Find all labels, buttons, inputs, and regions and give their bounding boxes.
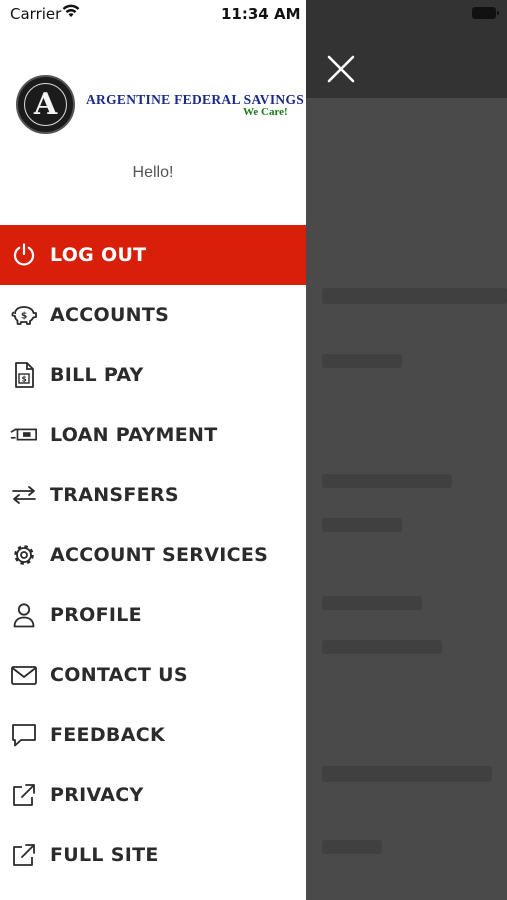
svg-text:$: $ bbox=[21, 312, 27, 322]
menu-item-transfers[interactable]: TRANSFERS bbox=[0, 465, 306, 525]
menu-item-profile[interactable]: PROFILE bbox=[0, 585, 306, 645]
bank-seal-logo: A bbox=[16, 75, 75, 134]
background-placeholder bbox=[322, 766, 492, 782]
menu-item-privacy[interactable]: PRIVACY bbox=[0, 765, 306, 825]
menu-item-label: TRANSFERS bbox=[50, 484, 179, 506]
side-drawer: A ARGENTINE FEDERAL SAVINGS We Care! Hel… bbox=[0, 0, 306, 900]
background-placeholder bbox=[322, 596, 422, 610]
speech-bubble-icon bbox=[10, 721, 38, 749]
menu-item-label: ACCOUNTS bbox=[50, 304, 170, 326]
menu-item-contact-us[interactable]: CONTACT US bbox=[0, 645, 306, 705]
menu-item-label: LOG OUT bbox=[50, 244, 147, 266]
background-placeholder bbox=[322, 840, 382, 854]
person-icon bbox=[10, 601, 38, 629]
background-placeholder bbox=[322, 354, 402, 368]
brand-logo: A ARGENTINE FEDERAL SAVINGS We Care! bbox=[16, 75, 304, 135]
bank-tagline: We Care! bbox=[243, 106, 288, 118]
menu-item-label: FULL SITE bbox=[50, 844, 159, 866]
greeting: Hello! bbox=[132, 164, 174, 181]
menu-item-feedback[interactable]: FEEDBACK bbox=[0, 705, 306, 765]
carrier-label: Carrier bbox=[10, 5, 62, 23]
menu-item-full-site[interactable]: FULL SITE bbox=[0, 825, 306, 885]
transfer-arrows-icon bbox=[10, 481, 38, 509]
close-menu-button[interactable] bbox=[326, 54, 356, 84]
external-link-icon bbox=[10, 781, 38, 809]
cash-payment-icon bbox=[10, 421, 38, 449]
menu-item-label: PROFILE bbox=[50, 604, 142, 626]
piggy-bank-icon: $ bbox=[10, 301, 38, 329]
battery-icon bbox=[472, 7, 499, 19]
menu-item-label: LOAN PAYMENT bbox=[50, 424, 218, 446]
menu-item-label: BILL PAY bbox=[50, 364, 144, 386]
external-link-icon bbox=[10, 841, 38, 869]
clock-time: 11:34 AM bbox=[221, 5, 301, 23]
seal-letter: A bbox=[33, 87, 58, 122]
background-placeholder bbox=[322, 518, 402, 532]
menu-item-log-out[interactable]: LOG OUT bbox=[0, 225, 306, 285]
background-placeholder bbox=[322, 640, 442, 654]
menu-item-label: CONTACT US bbox=[50, 664, 188, 686]
menu-item-bill-pay[interactable]: $ BILL PAY bbox=[0, 345, 306, 405]
wifi-icon bbox=[62, 4, 80, 18]
menu-item-loan-payment[interactable]: LOAN PAYMENT bbox=[0, 405, 306, 465]
menu-item-label: FEEDBACK bbox=[50, 724, 165, 746]
power-icon bbox=[10, 241, 38, 269]
menu-item-account-services[interactable]: ACCOUNT SERVICES bbox=[0, 525, 306, 585]
status-bar: Carrier 11:34 AM bbox=[0, 0, 507, 30]
drawer-menu: LOG OUT $ ACCOUNTS $ BILL PAY LOAN PAYME… bbox=[0, 225, 306, 885]
bill-document-icon: $ bbox=[10, 361, 38, 389]
menu-item-label: PRIVACY bbox=[50, 784, 144, 806]
gear-icon bbox=[10, 541, 38, 569]
background-placeholder bbox=[322, 288, 507, 304]
svg-text:$: $ bbox=[22, 375, 27, 384]
menu-item-accounts[interactable]: $ ACCOUNTS bbox=[0, 285, 306, 345]
background-placeholder bbox=[322, 474, 452, 488]
close-icon bbox=[327, 55, 355, 83]
envelope-icon bbox=[10, 661, 38, 689]
menu-item-label: ACCOUNT SERVICES bbox=[50, 544, 269, 566]
